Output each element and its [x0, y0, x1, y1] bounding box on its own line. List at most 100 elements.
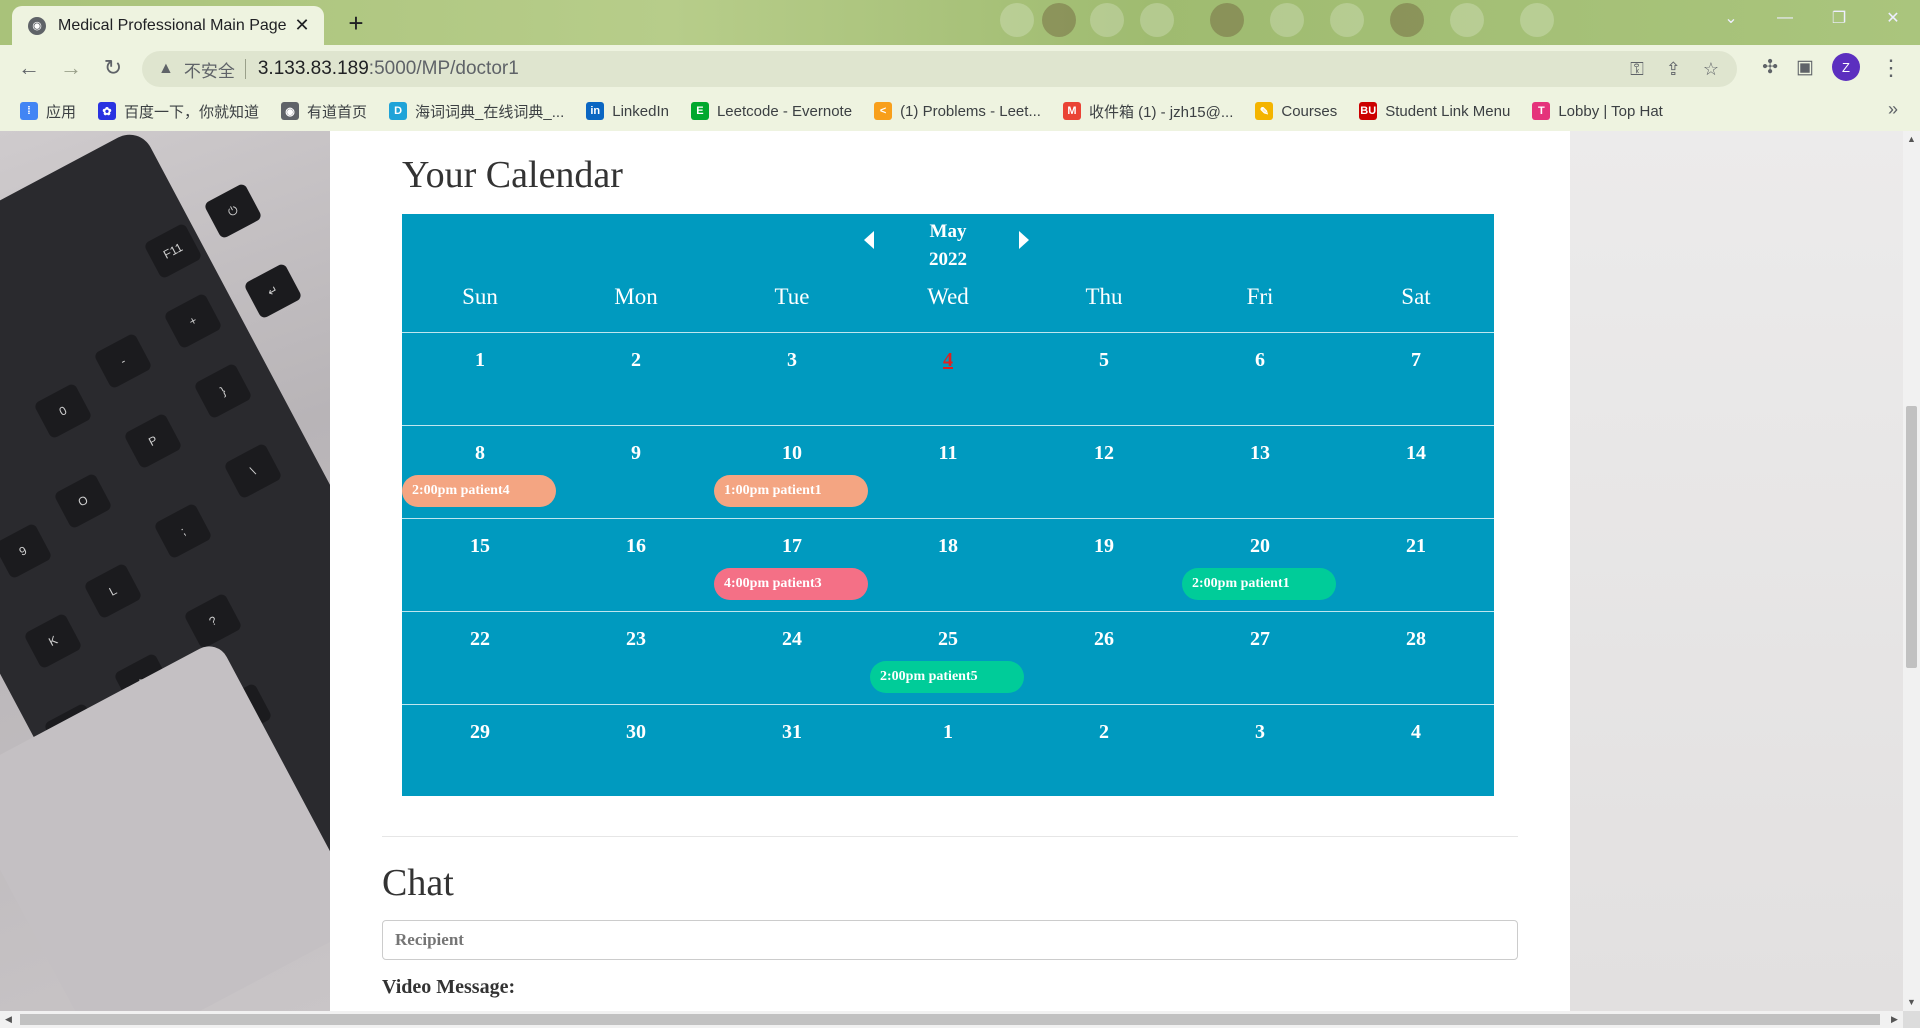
calendar-week-row: 1234567: [402, 332, 1494, 425]
appointment-event[interactable]: 2:00pm patient1: [1182, 568, 1336, 600]
calendar-day[interactable]: 23: [558, 628, 714, 651]
appointment-event[interactable]: 1:00pm patient1: [714, 475, 868, 507]
calendar-day[interactable]: 12: [1026, 442, 1182, 465]
menu-kebab-icon[interactable]: ⋮: [1876, 53, 1906, 83]
bookmark-item[interactable]: M 收件箱 (1) - jzh15@...: [1062, 101, 1233, 122]
bookmark-label: 有道首页: [307, 103, 368, 121]
calendar-day[interactable]: 2: [1026, 721, 1182, 744]
vertical-scrollbar[interactable]: ▲ ▼: [1903, 131, 1920, 1011]
calendar-day[interactable]: 19: [1026, 535, 1182, 558]
appointment-event[interactable]: 4:00pm patient3: [714, 568, 868, 600]
calendar-day[interactable]: 15: [402, 535, 558, 558]
extensions-puzzle-icon[interactable]: ✣: [1762, 56, 1778, 79]
calendar-widget: May 2022 Sun Mon Tue Wed Thu Fri Sat 123456789…: [402, 214, 1494, 796]
browser-tab[interactable]: ◉ Medical Professional Main Page ✕: [12, 6, 324, 45]
calendar-day[interactable]: 9: [558, 442, 714, 465]
calendar-day[interactable]: 17: [714, 535, 870, 558]
profile-avatar[interactable]: Z: [1832, 53, 1860, 81]
calendar-day-today[interactable]: 4: [870, 349, 1026, 372]
scroll-left-icon[interactable]: ◀: [0, 1011, 17, 1028]
address-separator: [244, 59, 246, 79]
bookmark-item[interactable]: T Lobby | Top Hat: [1532, 102, 1663, 120]
calendar-day[interactable]: 30: [558, 721, 714, 744]
laptop-background-image: ⏻ F11 ↵ + - } 0 P \ O ; 9 L ? K > ⌥ M ⌘ …: [0, 131, 330, 1011]
next-month-icon[interactable]: [1019, 231, 1029, 249]
forward-arrow-icon[interactable]: →: [56, 53, 86, 83]
bookmark-item[interactable]: E Leetcode - Evernote: [690, 102, 853, 120]
calendar-day[interactable]: 1: [870, 721, 1026, 744]
insecure-label: 不安全: [183, 61, 235, 81]
calendar-day[interactable]: 5: [1026, 349, 1182, 372]
share-icon[interactable]: ⇪: [1666, 59, 1681, 80]
linkedin-icon: in: [586, 102, 605, 120]
bookmark-item[interactable]: ✎ Courses: [1255, 102, 1337, 120]
bookmark-item[interactable]: < (1) Problems - Leet...: [874, 102, 1041, 120]
back-arrow-icon[interactable]: ←: [14, 53, 44, 83]
apps-grid-icon: ⁞: [20, 102, 38, 120]
bookmark-label: Leetcode - Evernote: [716, 102, 853, 120]
calendar-day[interactable]: 10: [714, 442, 870, 465]
new-tab-button[interactable]: +: [340, 8, 372, 40]
calendar-day[interactable]: 3: [714, 349, 870, 372]
close-window-icon[interactable]: ✕: [1866, 0, 1920, 36]
side-panel-icon[interactable]: ▣: [1796, 56, 1814, 79]
bookmark-item[interactable]: BU Student Link Menu: [1359, 102, 1510, 120]
bookmark-label: 应用: [46, 103, 77, 121]
calendar-day[interactable]: 29: [402, 721, 558, 744]
bookmark-label: Student Link Menu: [1385, 102, 1511, 120]
weekday-label: Tue: [774, 284, 810, 309]
vertical-scroll-thumb[interactable]: [1906, 406, 1917, 668]
calendar-day[interactable]: 16: [558, 535, 714, 558]
calendar-day[interactable]: 18: [870, 535, 1026, 558]
scroll-down-icon[interactable]: ▼: [1903, 994, 1920, 1011]
bookmark-item[interactable]: D 海词词典_在线词典_...: [389, 101, 564, 122]
url-path: :5000/MP/doctor1: [368, 58, 519, 79]
star-bookmark-icon[interactable]: ☆: [1703, 59, 1719, 80]
bookmark-item[interactable]: ◉ 有道首页: [281, 101, 367, 122]
bookmark-item[interactable]: in LinkedIn: [586, 102, 669, 120]
weekday-label: Mon: [614, 284, 658, 309]
scroll-right-icon[interactable]: ▶: [1886, 1011, 1903, 1028]
close-tab-icon[interactable]: ✕: [290, 15, 314, 36]
calendar-day[interactable]: 22: [402, 628, 558, 651]
prev-month-icon[interactable]: [864, 231, 874, 249]
calendar-day[interactable]: 11: [870, 442, 1026, 465]
horizontal-scrollbar[interactable]: ◀ ▶: [0, 1011, 1903, 1028]
bookmarks-overflow-icon[interactable]: »: [1888, 99, 1898, 120]
key-icon[interactable]: ⚿: [1630, 59, 1644, 80]
calendar-day[interactable]: 4: [1338, 721, 1494, 744]
calendar-day[interactable]: 1: [402, 349, 558, 372]
calendar-day[interactable]: 24: [714, 628, 870, 651]
calendar-day[interactable]: 25: [870, 628, 1026, 651]
tab-search-icon[interactable]: ⌄: [1704, 0, 1758, 36]
calendar-day[interactable]: 7: [1338, 349, 1494, 372]
bookmark-item[interactable]: ⁞ 应用: [20, 101, 76, 122]
calendar-day[interactable]: 2: [558, 349, 714, 372]
warning-triangle-icon[interactable]: ▲: [158, 60, 174, 78]
calendar-day[interactable]: 26: [1026, 628, 1182, 651]
restore-icon[interactable]: ❐: [1812, 0, 1866, 36]
calendar-day[interactable]: 21: [1338, 535, 1494, 558]
calendar-day[interactable]: 3: [1182, 721, 1338, 744]
bookmark-item[interactable]: ✿ 百度一下，你就知道: [98, 101, 259, 122]
address-bar[interactable]: ▲ 不安全 3.133.83.189 :5000/MP/doctor1 ⚿ ⇪ …: [142, 51, 1737, 87]
bu-icon: BU: [1359, 102, 1378, 120]
calendar-day[interactable]: 31: [714, 721, 870, 744]
calendar-day[interactable]: 6: [1182, 349, 1338, 372]
weekday-label: Wed: [927, 284, 969, 309]
calendar-day[interactable]: 27: [1182, 628, 1338, 651]
calendar-day[interactable]: 28: [1338, 628, 1494, 651]
calendar-day[interactable]: 14: [1338, 442, 1494, 465]
minimize-icon[interactable]: —: [1758, 0, 1812, 36]
dict-d-icon: D: [389, 102, 408, 120]
appointment-event[interactable]: 2:00pm patient5: [870, 661, 1024, 693]
calendar-week-row: 8 9 10 11 12 13 14 2:00pm patient4 1:00pm patien…: [402, 425, 1494, 518]
calendar-day[interactable]: 13: [1182, 442, 1338, 465]
reload-icon[interactable]: ↻: [98, 53, 128, 83]
calendar-day[interactable]: 8: [402, 442, 558, 465]
calendar-day[interactable]: 20: [1182, 535, 1338, 558]
scroll-up-icon[interactable]: ▲: [1903, 131, 1920, 148]
appointment-event[interactable]: 2:00pm patient4: [402, 475, 556, 507]
horizontal-scroll-thumb[interactable]: [20, 1014, 1880, 1025]
recipient-input[interactable]: [382, 920, 1518, 960]
